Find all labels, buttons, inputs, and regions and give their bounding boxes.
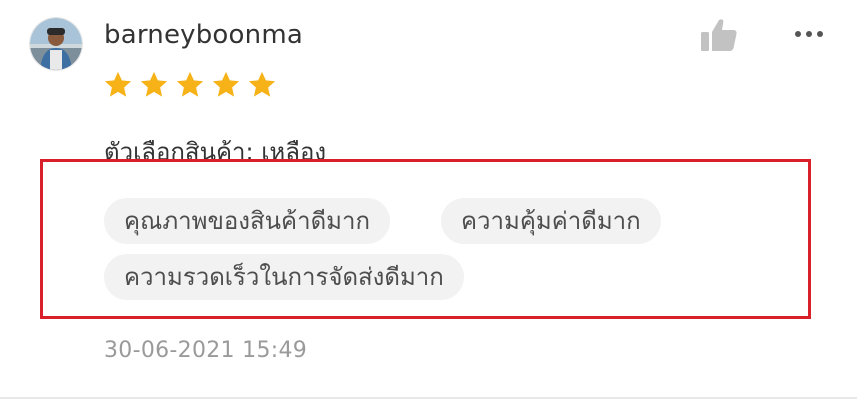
review-card: barneyboonma ตัวเลือกสินค้า: เหลือง คุณภ… xyxy=(0,0,857,407)
avatar-image xyxy=(30,18,82,70)
divider xyxy=(0,397,857,399)
review-tag-quality[interactable]: คุณภาพของสินค้าดีมาก xyxy=(104,198,390,244)
review-tag-shipping[interactable]: ความรวดเร็วในการจัดส่งดีมาก xyxy=(104,254,464,300)
username[interactable]: barneyboonma xyxy=(104,20,303,50)
review-tag-value[interactable]: ความคุ้มค่าดีมาก xyxy=(441,198,661,244)
more-horizontal-icon[interactable] xyxy=(794,22,824,46)
star-icon xyxy=(104,71,132,97)
star-icon xyxy=(176,71,204,97)
avatar[interactable] xyxy=(30,18,82,70)
star-icon xyxy=(140,71,168,97)
star-rating xyxy=(103,70,277,100)
review-timestamp: 30-06-2021 15:49 xyxy=(104,338,308,363)
star-icon xyxy=(248,71,276,97)
star-icon xyxy=(212,71,240,97)
thumbs-up-icon[interactable] xyxy=(700,18,738,52)
